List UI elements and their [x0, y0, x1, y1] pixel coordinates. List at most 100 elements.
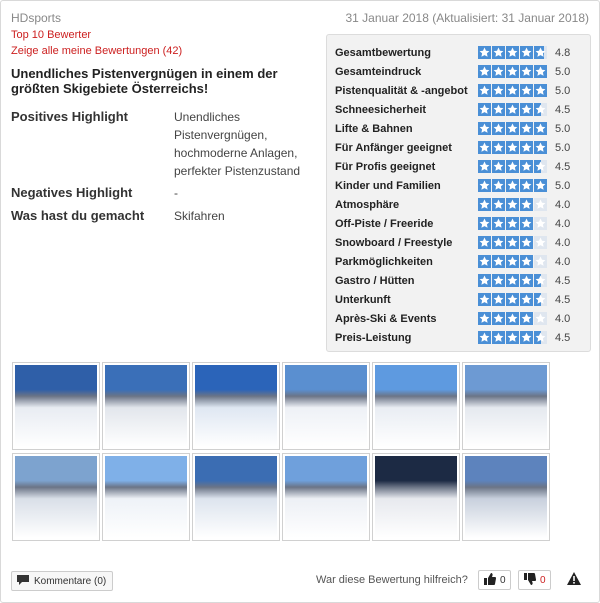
ski-photo: [15, 365, 97, 447]
rating-stars: [478, 141, 548, 154]
rating-value: 4.5: [555, 332, 571, 344]
rating-row: Parkmöglichkeiten 4.0: [335, 253, 585, 272]
ski-photo: [195, 456, 277, 538]
rating-stars: [478, 103, 548, 116]
report-warning-icon[interactable]: [567, 572, 581, 590]
photo-thumbnail[interactable]: [372, 362, 460, 450]
thumbs-up-icon: [483, 572, 496, 588]
rating-row: Kinder und Familien 5.0: [335, 177, 585, 196]
field-label-positive: Positives Highlight: [11, 109, 129, 124]
photo-thumbnail[interactable]: [462, 453, 550, 541]
thumbs-down-icon: [523, 572, 536, 588]
review-card: HDsports 31 Januar 2018 (Aktualisiert: 3…: [0, 0, 600, 603]
like-button[interactable]: 0: [478, 570, 511, 590]
ski-photo: [465, 365, 547, 447]
star-icon: [506, 217, 519, 230]
comments-label: Kommentare (0): [34, 575, 107, 587]
rating-value: 5.0: [555, 85, 571, 97]
star-icon: [506, 236, 519, 249]
rating-value: 4.8: [555, 47, 571, 59]
rating-stars: [478, 217, 548, 230]
rating-value: 4.5: [555, 161, 571, 173]
star-icon: [534, 293, 547, 306]
photo-thumbnail[interactable]: [192, 453, 280, 541]
rating-stars: [478, 160, 548, 173]
rating-stars: [478, 312, 548, 325]
star-icon: [534, 331, 547, 344]
show-all-reviews-link[interactable]: Zeige alle meine Bewertungen (42): [11, 45, 182, 57]
star-icon: [534, 312, 547, 325]
star-icon: [506, 274, 519, 287]
ratings-panel: Gesamtbewertung 4.8 Gesamteindruck 5.0 Piste…: [326, 34, 591, 352]
star-icon: [520, 198, 533, 211]
star-icon: [492, 293, 505, 306]
review-title: Unendliches Pistenvergnügen in einem der…: [11, 66, 278, 96]
star-icon: [506, 46, 519, 59]
dislike-button[interactable]: 0: [518, 570, 551, 590]
rating-row: Preis-Leistung 4.5: [335, 329, 585, 348]
star-icon: [506, 103, 519, 116]
photo-thumbnail[interactable]: [102, 362, 190, 450]
star-icon: [534, 141, 547, 154]
ski-photo: [105, 365, 187, 447]
rating-row: Lifte & Bahnen 5.0: [335, 120, 585, 139]
rating-stars: [478, 255, 548, 268]
star-icon: [520, 179, 533, 192]
star-icon: [492, 217, 505, 230]
star-icon: [534, 198, 547, 211]
star-icon: [492, 179, 505, 192]
photo-thumbnail[interactable]: [282, 453, 370, 541]
rating-label: Schneesicherheit: [335, 104, 427, 116]
star-icon: [520, 122, 533, 135]
rating-value: 5.0: [555, 123, 571, 135]
photo-thumbnail[interactable]: [12, 362, 100, 450]
ski-photo: [105, 456, 187, 538]
rating-stars: [478, 65, 548, 78]
star-icon: [492, 46, 505, 59]
star-icon: [478, 274, 491, 287]
rating-value: 4.0: [555, 256, 571, 268]
dislike-count: 0: [540, 574, 546, 586]
star-icon: [478, 331, 491, 344]
helpful-question: War diese Bewertung hilfreich?: [316, 574, 468, 586]
star-icon: [506, 331, 519, 344]
photo-thumbnail[interactable]: [192, 362, 280, 450]
rating-row: Schneesicherheit 4.5: [335, 101, 585, 120]
star-icon: [534, 179, 547, 192]
rating-value: 5.0: [555, 142, 571, 154]
field-label-activity: Was hast du gemacht: [11, 208, 145, 223]
star-icon: [506, 122, 519, 135]
rating-row: Pistenqualität & -angebot 5.0: [335, 82, 585, 101]
photo-thumbnail[interactable]: [12, 453, 100, 541]
rating-label: Für Anfänger geeignet: [335, 142, 452, 154]
rating-row: Après-Ski & Events 4.0: [335, 310, 585, 329]
rating-stars: [478, 198, 548, 211]
star-icon: [492, 141, 505, 154]
star-icon: [520, 274, 533, 287]
top-reviewer-badge[interactable]: Top 10 Bewerter: [11, 29, 91, 41]
star-icon: [478, 141, 491, 154]
author-name[interactable]: HDsports: [11, 11, 61, 25]
star-icon: [520, 65, 533, 78]
rating-row: Gastro / Hütten 4.5: [335, 272, 585, 291]
rating-label: Lifte & Bahnen: [335, 123, 413, 135]
photo-thumbnail[interactable]: [282, 362, 370, 450]
star-icon: [506, 65, 519, 78]
photo-thumbnail[interactable]: [102, 453, 190, 541]
comments-button[interactable]: Kommentare (0): [11, 571, 114, 591]
star-icon: [506, 84, 519, 97]
photo-thumbnail[interactable]: [372, 453, 460, 541]
star-icon: [492, 198, 505, 211]
rating-row: Snowboard / Freestyle 4.0: [335, 234, 585, 253]
star-icon: [520, 293, 533, 306]
rating-stars: [478, 331, 548, 344]
rating-row: Unterkunft 4.5: [335, 291, 585, 310]
star-icon: [478, 217, 491, 230]
star-icon: [534, 84, 547, 97]
rating-row: Gesamtbewertung 4.8: [335, 44, 585, 63]
photo-thumbnail[interactable]: [462, 362, 550, 450]
star-icon: [506, 160, 519, 173]
rating-label: Kinder und Familien: [335, 180, 441, 192]
rating-row: Atmosphäre 4.0: [335, 196, 585, 215]
rating-stars: [478, 84, 548, 97]
